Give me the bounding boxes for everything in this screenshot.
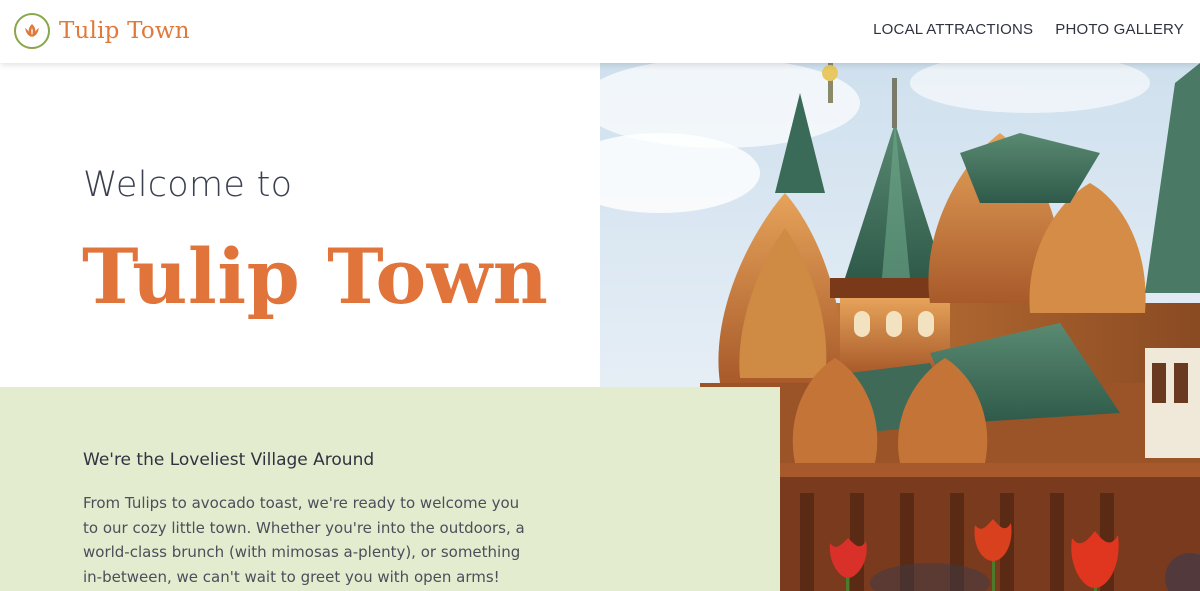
tulip-icon (14, 13, 50, 49)
intro-panel: We're the Loveliest Village Around From … (0, 387, 780, 591)
intro-heading: We're the Loveliest Village Around (83, 450, 375, 470)
nav-link-local-attractions[interactable]: LOCAL ATTRACTIONS (873, 21, 1033, 38)
brand-name: Tulip Town (59, 18, 190, 44)
brand-link[interactable]: Tulip Town (14, 12, 190, 50)
site-header: Tulip Town LOCAL ATTRACTIONS PHOTO GALLE… (0, 0, 1200, 63)
nav-link-photo-gallery[interactable]: PHOTO GALLERY (1055, 21, 1184, 38)
welcome-pretitle: Welcome to (83, 165, 293, 205)
main-nav: LOCAL ATTRACTIONS PHOTO GALLERY (873, 21, 1184, 38)
hero-title: Tulip Town (82, 232, 549, 321)
intro-body: From Tulips to avocado toast, we're read… (83, 494, 525, 586)
